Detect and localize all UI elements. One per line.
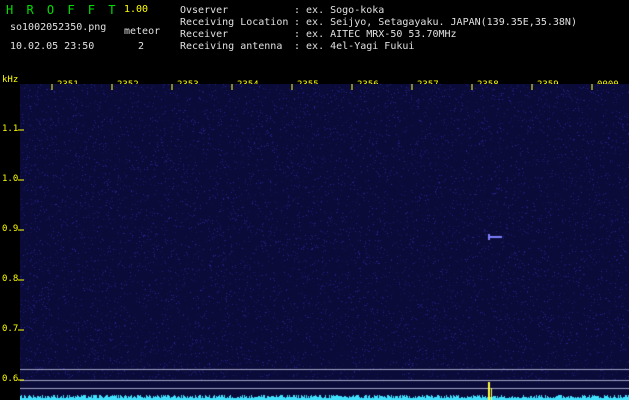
axis-ticks bbox=[18, 84, 593, 381]
